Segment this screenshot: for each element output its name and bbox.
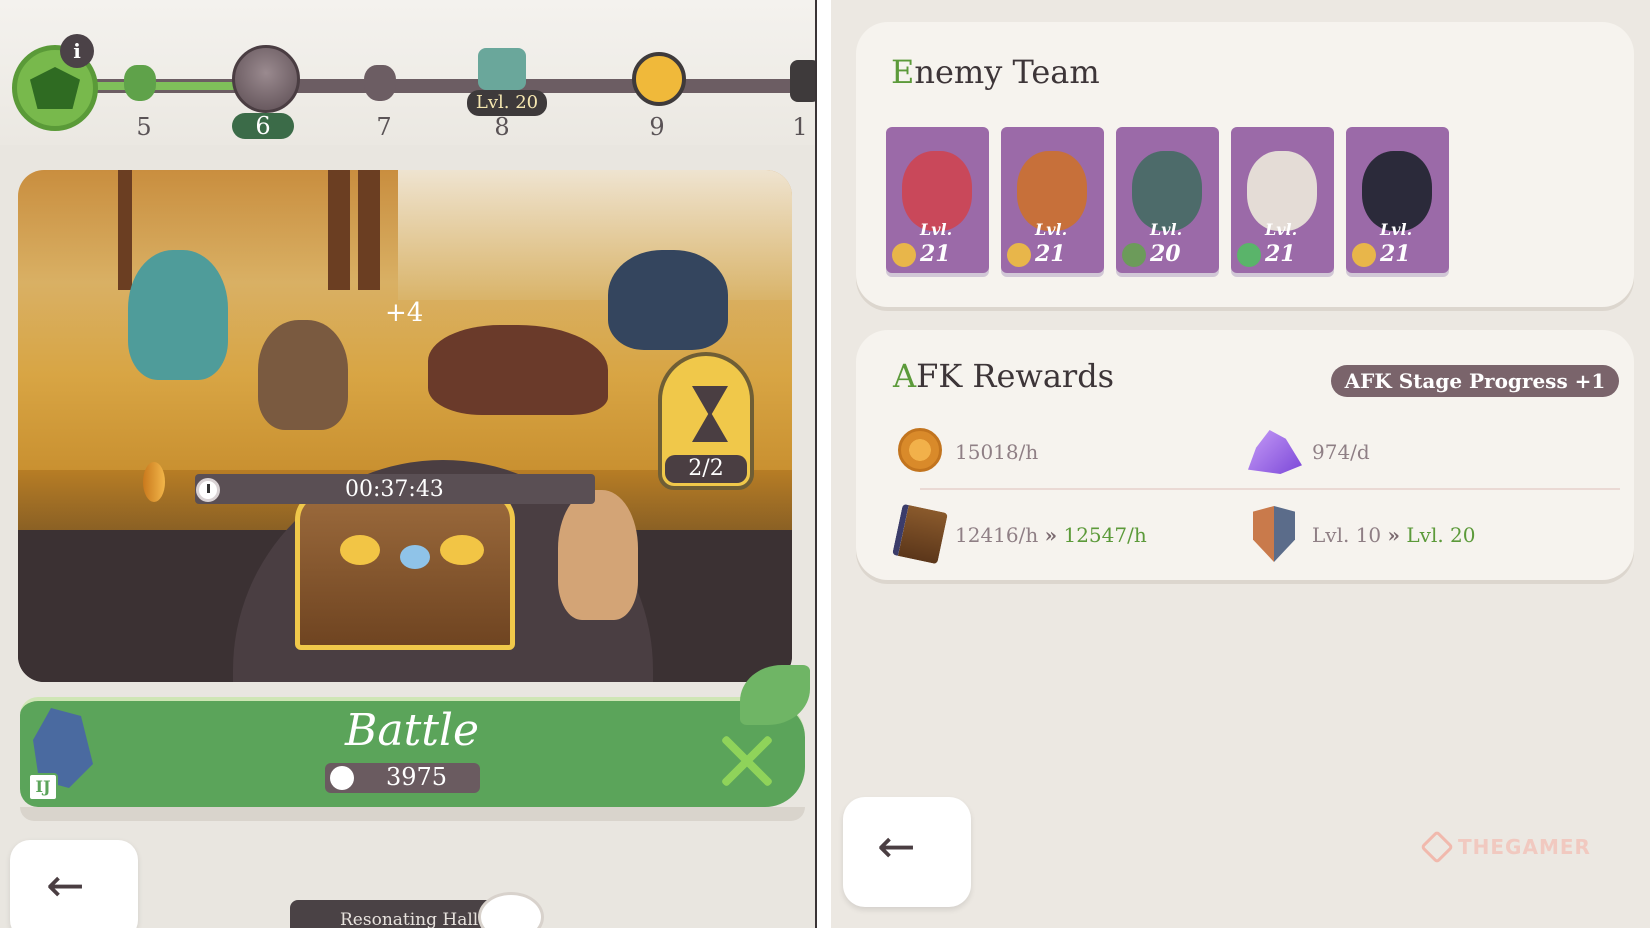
gem (400, 545, 430, 569)
afk-stage-progress-badge: AFK Stage Progress +1 (1331, 365, 1619, 397)
back-button[interactable]: ← (843, 797, 971, 907)
power-icon (330, 766, 354, 790)
back-arrow-icon: ← (46, 858, 85, 912)
scene-sky (398, 170, 792, 300)
chest-bonus-count: +4 (385, 298, 424, 328)
gold-pile (440, 535, 484, 565)
enemy-hero-card[interactable]: Lvl. 20 (1116, 127, 1219, 273)
stage-node-9-chest-icon[interactable] (632, 52, 686, 106)
hero-class-icon (1122, 243, 1146, 267)
hero-class-icon (892, 243, 916, 267)
panel-gap (817, 0, 831, 928)
hero-knight-figure (258, 320, 348, 430)
enemy-hero-card[interactable]: Lvl. 21 (1346, 127, 1449, 273)
formation-badge: IJ (28, 773, 58, 801)
hero-class-icon (1237, 243, 1261, 267)
info-button[interactable]: i (60, 34, 94, 68)
enemy-hero-card[interactable]: Lvl. 21 (1001, 127, 1104, 273)
level-cap: Lvl. 10 » Lvl. 20 (1312, 523, 1476, 547)
screen: i 5 6 7 8 9 1 Lvl. 20 +4 00:37:43 2/2 IJ… (0, 0, 1650, 928)
exp-rate: 12416/h » 12547/h (955, 523, 1147, 547)
stage-number-current: 6 (232, 113, 294, 139)
enemy-wolf-figure (428, 325, 608, 415)
enemy-team-title: Enemy Team (891, 53, 1100, 91)
formation-hero-portrait[interactable]: IJ (28, 678, 98, 801)
afk-timer: 00:37:43 (345, 477, 444, 502)
resonating-hall-icon[interactable] (478, 892, 544, 928)
stage-number-next: 1 (792, 113, 808, 141)
crystal-rate: 974/d (1312, 440, 1370, 464)
enemy-hero-card[interactable]: Lvl. 21 (886, 127, 989, 273)
stage-number-7: 7 (376, 113, 392, 141)
gold-rate: 15018/h (955, 440, 1039, 464)
stage-number-5: 5 (136, 113, 152, 141)
scene-tree (118, 170, 132, 290)
scene-tree (328, 170, 350, 290)
hourglass-icon (692, 386, 728, 442)
team-power-value: 3975 (386, 763, 448, 791)
watermark: THEGAMER (1458, 835, 1591, 859)
hero-mage-figure (128, 250, 228, 380)
enemy-hero-card[interactable]: Lvl. 21 (1231, 127, 1334, 273)
chest-level-tag: Lvl. 20 (467, 90, 547, 116)
back-button[interactable]: ← (10, 840, 138, 928)
fast-rewards-count: 2/2 (665, 455, 747, 483)
afk-treasure-chest[interactable] (295, 490, 515, 650)
crossed-swords-icon (716, 728, 776, 788)
stage-node-8-chest-icon[interactable] (478, 48, 526, 90)
dog-companion-figure (558, 490, 638, 620)
hero-class-icon (1007, 243, 1031, 267)
clock-icon (196, 478, 220, 502)
gold-pile (340, 535, 380, 565)
stage-node-5-icon[interactable] (124, 65, 156, 101)
resonating-hall-button[interactable]: Resonating Hall (290, 900, 500, 928)
reward-divider (920, 488, 1620, 490)
stage-number-8: 8 (494, 113, 510, 141)
stage-node-6-icon[interactable] (232, 45, 300, 113)
afk-rewards-title: AFK Rewards (893, 357, 1115, 395)
stage-number-9: 9 (649, 113, 665, 141)
hero-swordsman-figure (608, 250, 728, 350)
header-band (0, 0, 815, 145)
stage-node-next-icon[interactable] (790, 60, 815, 102)
back-arrow-icon: ← (877, 819, 916, 873)
stage-panel: i 5 6 7 8 9 1 Lvl. 20 +4 00:37:43 2/2 IJ… (0, 0, 815, 928)
coin-icon (143, 462, 165, 502)
battle-label: Battle (345, 705, 480, 756)
gold-coin-icon (898, 428, 942, 472)
hero-class-icon (1352, 243, 1376, 267)
scene-tree (358, 170, 380, 290)
stage-node-7-icon[interactable] (364, 65, 396, 101)
